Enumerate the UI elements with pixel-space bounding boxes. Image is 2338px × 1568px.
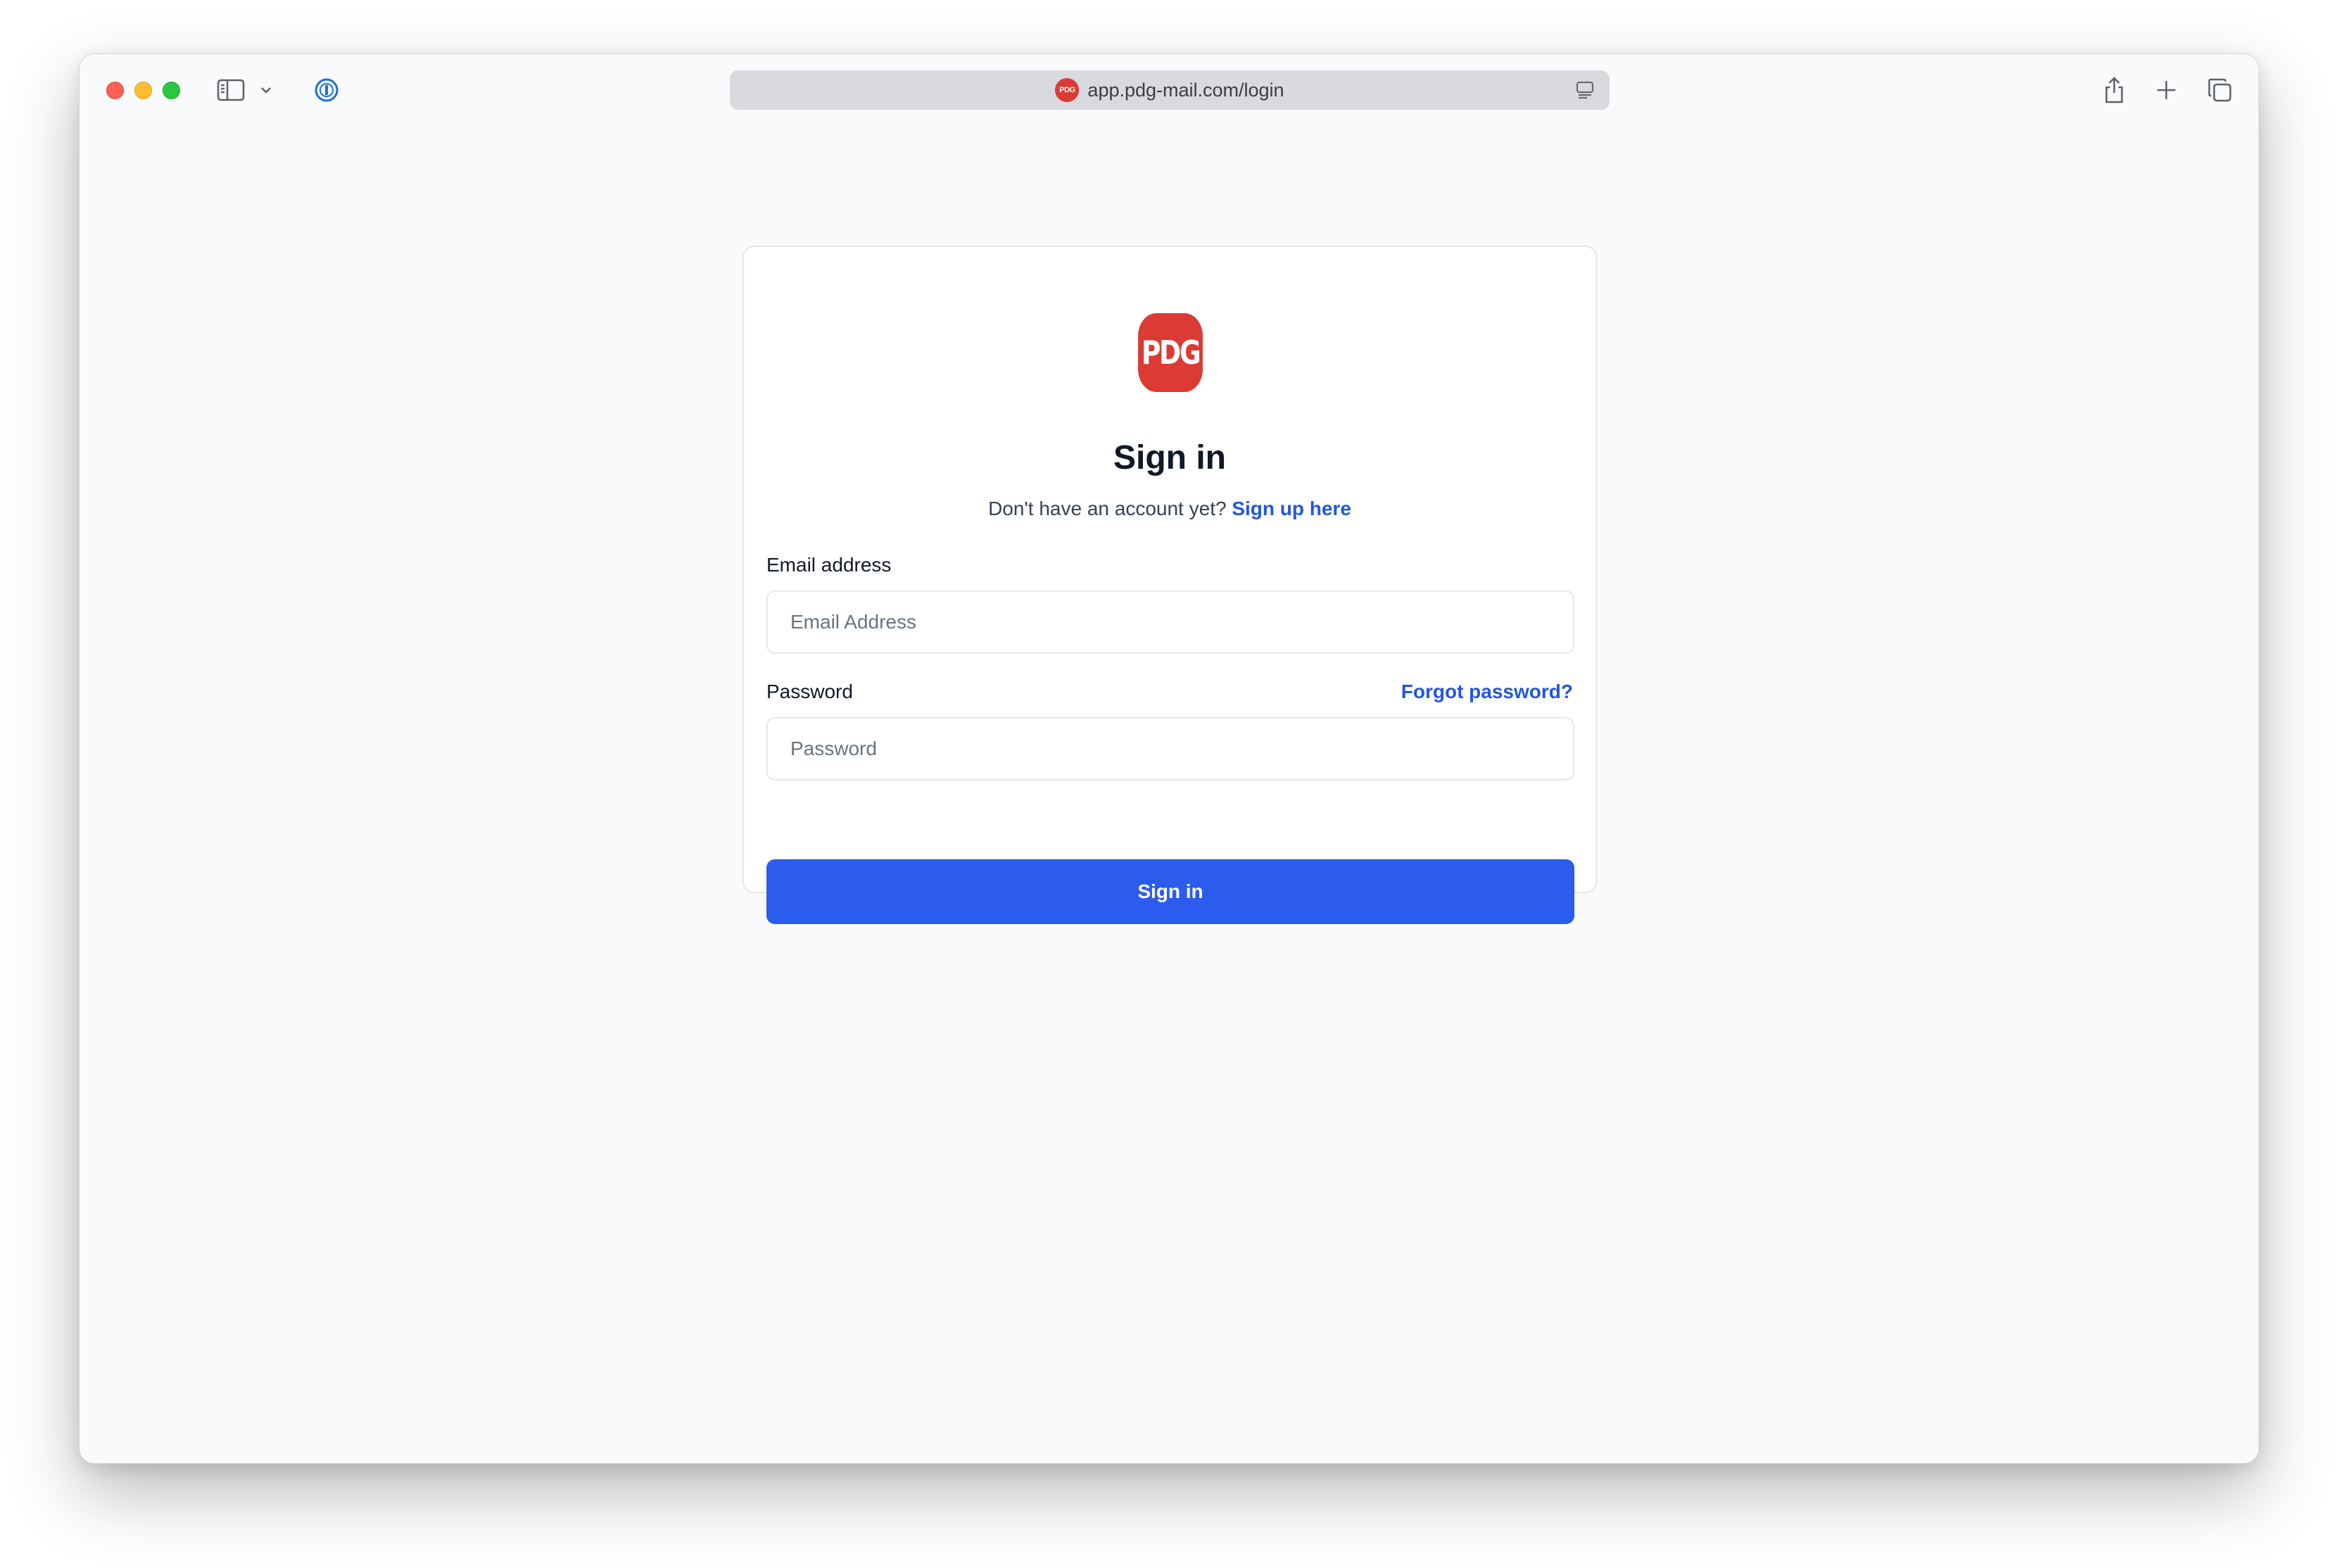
close-window-button[interactable] — [106, 82, 124, 99]
address-bar[interactable]: PDG app.pdg-mail.com/login — [730, 70, 1610, 110]
chevron-down-icon[interactable] — [255, 72, 277, 108]
minimize-window-button[interactable] — [134, 82, 152, 99]
signup-prompt-text: Don't have an account yet? — [988, 498, 1227, 519]
site-favicon: PDG — [1055, 78, 1080, 102]
password-label: Password — [766, 681, 853, 702]
signup-link[interactable]: Sign up here — [1232, 498, 1351, 519]
password-input[interactable] — [766, 717, 1574, 780]
login-card: PDG Sign in Don't have an account yet? S… — [743, 246, 1597, 924]
share-icon[interactable] — [2097, 72, 2132, 108]
tab-overview-icon[interactable] — [2202, 72, 2237, 108]
email-input[interactable] — [766, 590, 1574, 654]
pdg-logo: PDG — [1138, 313, 1203, 392]
signup-prompt: Don't have an account yet? Sign up here — [744, 498, 1595, 520]
plus-icon[interactable] — [2149, 72, 2184, 108]
sidebar-icon[interactable] — [213, 72, 248, 108]
reader-icon[interactable] — [1574, 80, 1595, 101]
password-manager-icon[interactable] — [309, 72, 344, 108]
url-text: app.pdg-mail.com/login — [1087, 79, 1284, 101]
sign-in-button[interactable]: Sign in — [766, 859, 1574, 924]
email-label: Email address — [766, 554, 892, 576]
zoom-window-button[interactable] — [163, 82, 180, 99]
page-title: Sign in — [1113, 439, 1226, 476]
forgot-password-link[interactable]: Forgot password? — [1401, 681, 1573, 703]
browser-window: PDG app.pdg-mail.com/login PDG Sign in D… — [79, 53, 2259, 1464]
browser-toolbar: PDG app.pdg-mail.com/login — [80, 54, 2258, 125]
